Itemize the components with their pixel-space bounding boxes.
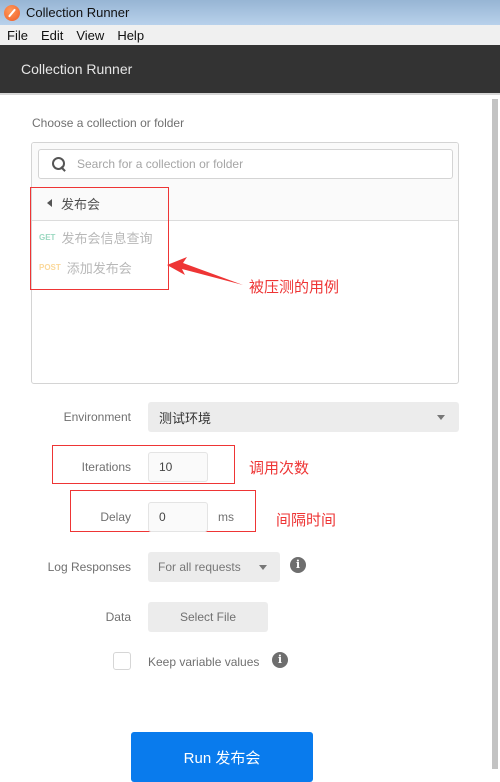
scrollbar-thumb[interactable]: [492, 99, 498, 769]
keep-variable-values-label: Keep variable values: [148, 655, 260, 669]
annotation-requests-note: 被压测的用例: [249, 278, 340, 296]
environment-select[interactable]: 测试环境: [148, 402, 459, 432]
annotation-delay-note: 间隔时间: [276, 511, 337, 529]
menubar: File Edit View Help: [0, 25, 500, 45]
search-icon: [51, 156, 67, 172]
environment-value: 测试环境: [159, 411, 212, 427]
collection-search-box[interactable]: [38, 149, 453, 179]
log-responses-label: Log Responses: [47, 560, 131, 574]
collection-search-input[interactable]: [77, 157, 437, 171]
annotation-arrow-icon: [167, 257, 243, 285]
annotation-iterations-note: 调用次数: [249, 459, 310, 477]
choose-collection-label: Choose a collection or folder: [32, 116, 185, 130]
environment-label: Environment: [63, 410, 131, 424]
menu-edit[interactable]: Edit: [34, 28, 69, 43]
log-responses-select[interactable]: For all requests: [148, 552, 280, 582]
select-file-button[interactable]: Select File: [148, 602, 268, 632]
window-title: Collection Runner: [26, 5, 130, 20]
delay-label: Delay: [100, 510, 131, 524]
iterations-label: Iterations: [81, 460, 131, 474]
caret-down-icon: [259, 565, 267, 570]
data-label: Data: [105, 610, 131, 624]
header-title: Collection Runner: [21, 61, 133, 77]
delay-unit: ms: [218, 510, 234, 524]
keep-variable-values-checkbox[interactable]: [113, 652, 131, 670]
delay-input[interactable]: [148, 502, 208, 532]
caret-down-icon: [437, 415, 445, 420]
postman-app-icon: [4, 4, 20, 21]
menu-file[interactable]: File: [0, 28, 34, 43]
info-icon[interactable]: i: [290, 557, 306, 573]
menu-help[interactable]: Help: [110, 28, 150, 43]
menu-view[interactable]: View: [69, 28, 110, 43]
iterations-input[interactable]: [148, 452, 208, 482]
annotation-box-requests: [30, 187, 169, 290]
run-collection-button[interactable]: Run 发布会: [131, 732, 313, 782]
window-titlebar: Collection Runner: [0, 0, 500, 25]
app-header: Collection Runner: [0, 45, 500, 95]
log-responses-value: For all requests: [158, 560, 241, 574]
info-icon[interactable]: i: [272, 652, 288, 668]
